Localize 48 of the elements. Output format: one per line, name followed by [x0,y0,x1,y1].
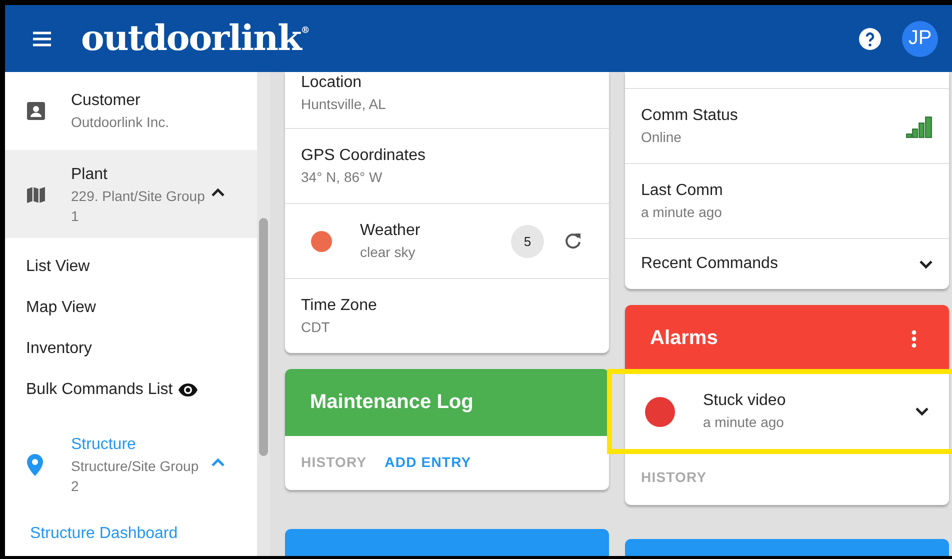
chevron-up-icon[interactable] [211,188,225,196]
more-options-icon[interactable] [911,330,917,348]
registered-mark: ® [300,26,310,36]
entity-subtitle: Structure/Site Group 2 [71,457,200,496]
chevron-down-icon[interactable] [915,407,929,416]
user-avatar[interactable]: JP [902,20,938,56]
sidebar-entity[interactable]: Plant 229. Plant/Site Group 1 [5,150,257,238]
field-label: Comm Status [641,106,739,126]
entity-title: Plant [71,165,108,185]
sidebar-entity[interactable]: Customer Outdoorlink Inc. [5,72,257,150]
nav-link[interactable]: Bulk Commands List [26,380,173,398]
field-value: Online [641,128,682,146]
alarm-item[interactable]: Stuck video a minute ago [612,374,952,449]
nav-link[interactable]: Map View [26,298,96,316]
eye-icon[interactable] [178,382,198,396]
field-label: Location [301,73,362,93]
nav-link[interactable]: List View [26,258,90,276]
entity-subtitle: 229. Plant/Site Group 1 [71,187,206,226]
contact-card-icon [27,102,45,120]
sidebar-entity[interactable]: Structure Structure/Site Group 2 [5,420,257,508]
nav-link[interactable]: Inventory [26,340,92,358]
field-value: 34° N, 86° W [301,168,384,186]
expandable-row[interactable]: Recent Commands [625,238,949,289]
logo: outdoorlink [81,18,301,59]
alarm-title: Stuck video [703,391,787,411]
alarm-time: a minute ago [703,413,785,432]
entity-title: Customer [71,91,142,111]
card-title: Maintenance Log [310,391,474,414]
field-value: Huntsville, AL [301,95,386,114]
field-value: CDT [301,318,331,336]
field-value: a minute ago [641,202,723,222]
scrollbar-thumb[interactable] [259,218,268,456]
location-pin-icon [27,454,43,476]
map-icon [27,186,45,204]
count-badge: 5 [511,224,544,258]
chevron-down-icon[interactable] [919,260,933,268]
refresh-icon[interactable] [564,232,582,250]
entity-title: Structure [71,435,137,455]
card-title: Alarms [650,327,719,350]
menu-icon[interactable] [31,30,53,46]
help-icon[interactable] [858,26,882,50]
entity-subtitle: Outdoorlink Inc. [71,113,170,132]
field-label: Last Comm [641,180,723,200]
field-label: Weather [360,220,422,240]
signal-bars-icon [906,114,933,138]
field-value: clear sky [360,242,416,262]
field-label: Time Zone [301,296,377,316]
field-label: GPS Coordinates [301,146,426,166]
